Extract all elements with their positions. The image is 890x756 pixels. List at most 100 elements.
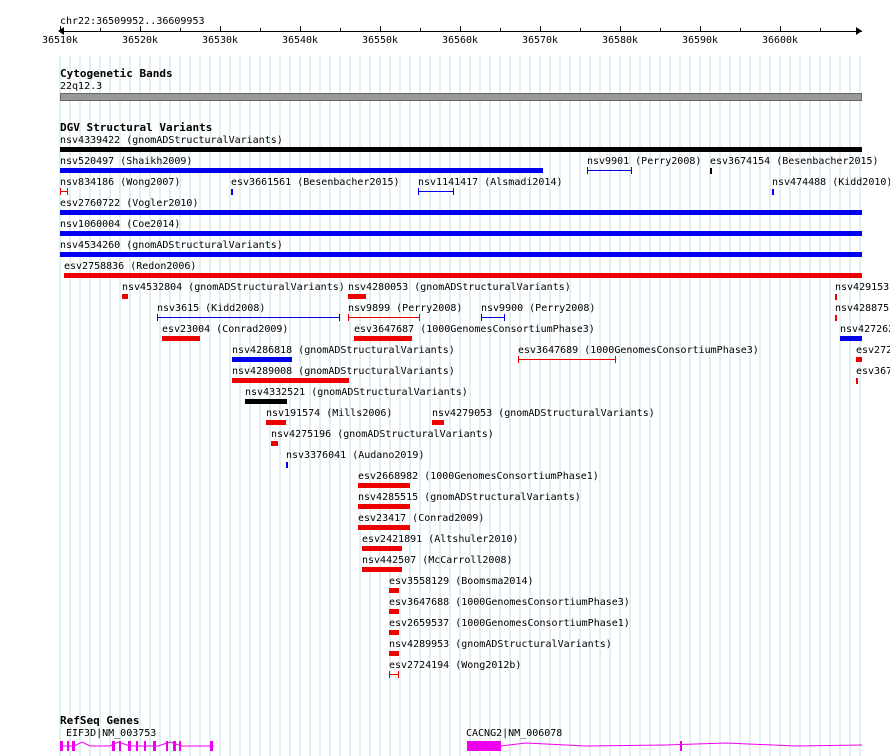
ruler-tick-mark	[700, 26, 701, 32]
position-label: chr22:36509952..36609953	[60, 16, 205, 27]
dgv-feature-label: nsv4289008 (gnomADStructuralVariants)	[232, 366, 455, 377]
dgv-feature-bar[interactable]	[231, 189, 233, 195]
dgv-feature-label: esv2668982 (1000GenomesConsortiumPhase1)	[358, 471, 599, 482]
dgv-feature-bar[interactable]	[232, 378, 349, 383]
dgv-feature-label: esv3674154 (Besenbacher2015)	[710, 156, 879, 167]
dgv-feature-label: nsv9901 (Perry2008)	[587, 156, 702, 167]
ruler-tick-label: 36550k	[361, 35, 399, 46]
dgv-feature-bar[interactable]	[710, 168, 712, 174]
dgv-feature-label: nsv4279053 (gnomADStructuralVariants)	[432, 408, 655, 419]
dgv-feature-bar[interactable]	[389, 651, 399, 656]
dgv-feature-label: nsv4286818 (gnomADStructuralVariants)	[232, 345, 455, 356]
dgv-feature-bar[interactable]	[354, 336, 412, 341]
dgv-feature-bar[interactable]	[60, 231, 862, 236]
dgv-feature-bar[interactable]	[856, 357, 862, 362]
dgv-feature-bar[interactable]	[835, 315, 837, 321]
dgv-feature-bar[interactable]	[157, 314, 340, 321]
dgv-feature-bar[interactable]	[122, 294, 128, 299]
dgv-feature-bar[interactable]	[60, 168, 543, 173]
dgv-feature-line	[587, 170, 632, 171]
dgv-feature-label: esv3647687 (1000GenomesConsortiumPhase3)	[354, 324, 595, 335]
dgv-feature-end	[157, 314, 158, 321]
dgv-feature-bar[interactable]	[772, 189, 774, 195]
gene-label-eif3d: EIF3D|NM_003753	[66, 728, 157, 739]
dgv-feature-end	[518, 356, 519, 363]
dgv-feature-bar[interactable]	[518, 356, 616, 363]
dgv-feature-label: esv367	[856, 366, 890, 377]
dgv-feature-label: nsv4275196 (gnomADStructuralVariants)	[271, 429, 494, 440]
ruler-tick-mark	[540, 26, 541, 32]
ruler-minor-tick	[660, 28, 661, 32]
dgv-feature-bar[interactable]	[587, 167, 632, 174]
dgv-feature-end	[419, 314, 420, 321]
dgv-feature-line	[348, 317, 420, 318]
dgv-feature-label: esv23004 (Conrad2009)	[162, 324, 289, 335]
dgv-feature-bar[interactable]	[232, 357, 292, 362]
dgv-feature-bar[interactable]	[856, 378, 858, 384]
dgv-feature-label: esv2758836 (Redon2006)	[64, 261, 197, 272]
dgv-feature-end	[348, 314, 349, 321]
gene-model-eif3d[interactable]	[58, 739, 218, 753]
cytoband-track-title: Cytogenetic Bands	[60, 67, 173, 80]
dgv-feature-bar[interactable]	[348, 294, 366, 299]
dgv-feature-bar[interactable]	[358, 483, 410, 488]
dgv-feature-bar[interactable]	[245, 399, 287, 404]
dgv-feature-bar[interactable]	[358, 525, 410, 530]
dgv-feature-label: nsv834186 (Wong2007)	[60, 177, 181, 188]
dgv-feature-bar[interactable]	[389, 671, 399, 678]
dgv-feature-end	[504, 314, 505, 321]
dgv-feature-bar[interactable]	[432, 420, 444, 425]
dgv-feature-bar[interactable]	[358, 504, 410, 509]
ruler-track[interactable]: chr22:36509952..36609953 36510k 36520k 365…	[0, 10, 890, 50]
dgv-feature-label: nsv4534260 (gnomADStructuralVariants)	[60, 240, 283, 251]
dgv-feature-label: nsv429153	[835, 282, 890, 293]
gene-model-cacng2[interactable]	[466, 739, 866, 753]
ruler-minor-tick	[180, 28, 181, 32]
dgv-feature-end	[631, 167, 632, 174]
ruler-tick-label: 36540k	[281, 35, 319, 46]
dgv-feature-line	[157, 317, 340, 318]
ruler-tick-label: 36510k	[41, 35, 79, 46]
dgv-feature-bar[interactable]	[60, 210, 862, 215]
dgv-feature-bar[interactable]	[835, 294, 837, 300]
dgv-feature-label: esv3647689 (1000GenomesConsortiumPhase3)	[518, 345, 759, 356]
dgv-feature-bar[interactable]	[389, 630, 399, 635]
dgv-feature-end	[398, 671, 399, 678]
dgv-feature-bar[interactable]	[481, 314, 505, 321]
dgv-feature-bar[interactable]	[286, 462, 288, 468]
ruler-tick-mark	[380, 26, 381, 32]
dgv-feature-label: nsv1060004 (Coe2014)	[60, 219, 181, 230]
dgv-feature-line	[481, 317, 505, 318]
dgv-feature-bar[interactable]	[840, 336, 862, 341]
dgv-feature-bar[interactable]	[64, 273, 862, 278]
cytoband-bar[interactable]	[60, 93, 862, 101]
dgv-feature-label: esv2760722 (Vogler2010)	[60, 198, 199, 209]
ruler-minor-tick	[340, 28, 341, 32]
dgv-feature-bar[interactable]	[271, 441, 278, 446]
dgv-feature-end	[481, 314, 482, 321]
dgv-feature-bar[interactable]	[389, 609, 399, 614]
dgv-feature-bar[interactable]	[60, 147, 862, 152]
dgv-feature-bar[interactable]	[362, 567, 402, 572]
ruler-tick-mark	[60, 26, 61, 32]
dgv-feature-bar[interactable]	[389, 588, 399, 593]
ruler-minor-tick	[420, 28, 421, 32]
dgv-feature-bar[interactable]	[60, 252, 862, 257]
dgv-feature-bar[interactable]	[266, 420, 286, 425]
dgv-feature-label: esv2659537 (1000GenomesConsortiumPhase1)	[389, 618, 630, 629]
dgv-feature-label: nsv520497 (Shaikh2009)	[60, 156, 193, 167]
dgv-feature-label: nsv4332521 (gnomADStructuralVariants)	[245, 387, 468, 398]
ruler-minor-tick	[820, 28, 821, 32]
dgv-feature-bar[interactable]	[162, 336, 200, 341]
dgv-feature-label: esv2724194 (Wong2012b)	[389, 660, 522, 671]
dgv-feature-bar[interactable]	[362, 546, 402, 551]
dgv-feature-bar[interactable]	[418, 188, 454, 195]
dgv-feature-label: nsv9899 (Perry2008)	[348, 303, 463, 314]
dgv-feature-bar[interactable]	[60, 188, 68, 195]
dgv-feature-bar[interactable]	[348, 314, 420, 321]
ruler-tick-label: 36560k	[441, 35, 479, 46]
dgv-feature-end	[67, 188, 68, 195]
dgv-feature-label: nsv3615 (Kidd2008)	[157, 303, 266, 314]
dgv-feature-label: nsv4289953 (gnomADStructuralVariants)	[389, 639, 612, 650]
dgv-feature-end	[587, 167, 588, 174]
